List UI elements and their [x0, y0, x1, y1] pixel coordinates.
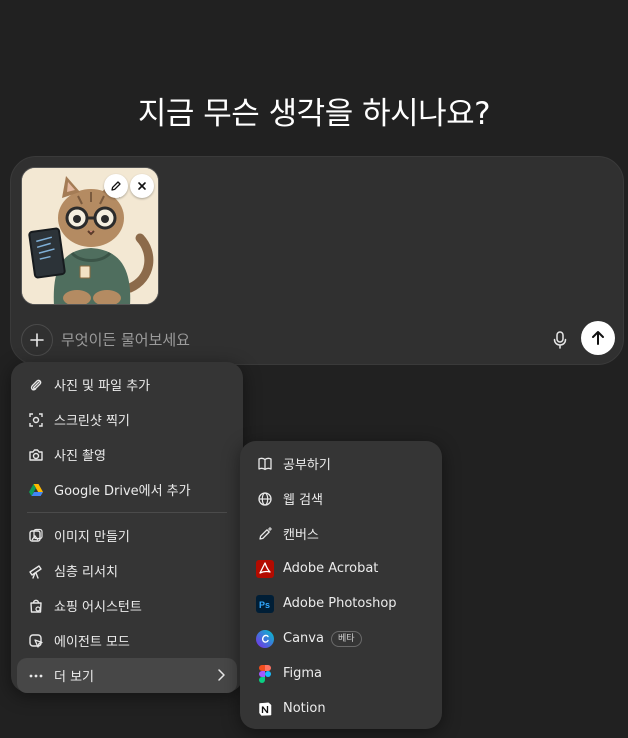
- more-dots-icon: [29, 674, 43, 677]
- menu-item-add-photos-files[interactable]: 사진 및 파일 추가: [17, 367, 237, 402]
- submenu-item-notion[interactable]: Notion: [246, 691, 436, 726]
- edit-image-button[interactable]: [104, 174, 128, 198]
- menu-item-label: 더 보기: [54, 670, 95, 685]
- figma-icon: [259, 664, 271, 683]
- pen-sparkle-icon: [259, 526, 273, 540]
- image-create-icon: [29, 528, 43, 542]
- voice-input-button[interactable]: [548, 328, 572, 352]
- close-icon: [138, 182, 146, 190]
- remove-image-button[interactable]: [130, 174, 154, 198]
- menu-item-google-drive[interactable]: Google Drive에서 추가: [17, 472, 237, 507]
- menu-item-screenshot[interactable]: 스크린샷 찍기: [17, 402, 237, 437]
- book-icon: [258, 457, 272, 470]
- pencil-icon: [111, 181, 121, 191]
- menu-item-label: Google Drive에서 추가: [54, 484, 191, 499]
- submenu-item-label: Canva: [283, 631, 324, 646]
- notion-icon: [259, 702, 272, 716]
- screenshot-icon: [29, 412, 43, 427]
- arrow-up-icon: [592, 331, 604, 345]
- telescope-icon: [29, 564, 42, 579]
- adobe-acrobat-icon: [256, 559, 274, 578]
- menu-item-deep-research[interactable]: 심층 리서치: [17, 553, 237, 588]
- menu-item-agent-mode[interactable]: 에이전트 모드: [17, 623, 237, 658]
- submenu-item-study[interactable]: 공부하기: [246, 446, 436, 481]
- menu-item-take-photo[interactable]: 사진 촬영: [17, 437, 237, 472]
- submenu-item-label: 공부하기: [283, 458, 331, 473]
- prompt-input[interactable]: [61, 328, 531, 352]
- submenu-item-canva[interactable]: Canva 베타: [246, 621, 436, 656]
- agent-cursor-icon: [29, 633, 43, 648]
- submenu-item-label: Adobe Photoshop: [283, 596, 397, 611]
- shopping-bag-icon: [30, 599, 42, 613]
- mic-icon: [553, 331, 567, 349]
- submenu-item-web-search[interactable]: 웹 검색: [246, 481, 436, 516]
- menu-divider: [27, 512, 227, 513]
- menu-item-label: 에이전트 모드: [54, 635, 130, 650]
- submenu-item-label: Notion: [283, 701, 326, 716]
- menu-item-create-image[interactable]: 이미지 만들기: [17, 518, 237, 553]
- chevron-right-icon: [218, 669, 225, 681]
- adobe-photoshop-icon: Ps: [256, 594, 274, 613]
- svg-text:Ps: Ps: [259, 600, 270, 610]
- submenu-item-adobe-photoshop[interactable]: Ps Adobe Photoshop: [246, 586, 436, 621]
- page-headline: 지금 무슨 생각을 하시나요?: [137, 96, 491, 132]
- paperclip-icon: [30, 379, 42, 391]
- attachment-menu: 사진 및 파일 추가 스크린샷 찍기 사진 촬영 Google Drive에서 …: [11, 362, 243, 693]
- camera-icon: [29, 448, 43, 461]
- submenu-item-adobe-acrobat[interactable]: Adobe Acrobat: [246, 551, 436, 586]
- add-attachment-button[interactable]: [21, 324, 53, 356]
- menu-item-label: 스크린샷 찍기: [54, 414, 130, 429]
- beta-badge: 베타: [330, 630, 362, 647]
- submenu-item-label: Adobe Acrobat: [283, 561, 379, 576]
- submenu-item-label: Figma: [283, 666, 323, 681]
- menu-item-label: 쇼핑 어시스턴트: [54, 600, 142, 615]
- submenu-item-label: 캔버스: [283, 528, 319, 543]
- menu-item-more[interactable]: 더 보기: [17, 658, 237, 693]
- canva-icon: [256, 629, 274, 648]
- menu-item-shopping-assistant[interactable]: 쇼핑 어시스턴트: [17, 588, 237, 623]
- send-button[interactable]: [581, 321, 615, 355]
- menu-item-label: 심층 리서치: [54, 565, 118, 580]
- menu-item-label: 이미지 만들기: [54, 530, 130, 545]
- attached-image-thumbnail[interactable]: [21, 167, 159, 305]
- google-drive-icon: [29, 483, 43, 496]
- more-tools-submenu: 공부하기 웹 검색 캔버스 Adobe Acrobat Ps Adobe Pho…: [240, 441, 442, 729]
- submenu-item-label: 웹 검색: [283, 493, 324, 508]
- menu-item-label: 사진 및 파일 추가: [54, 379, 151, 394]
- plus-icon: [30, 333, 44, 347]
- composer: [10, 156, 624, 365]
- submenu-item-canvas[interactable]: 캔버스: [246, 516, 436, 551]
- submenu-item-figma[interactable]: Figma: [246, 656, 436, 691]
- menu-item-label: 사진 촬영: [54, 449, 106, 464]
- globe-icon: [258, 491, 272, 506]
